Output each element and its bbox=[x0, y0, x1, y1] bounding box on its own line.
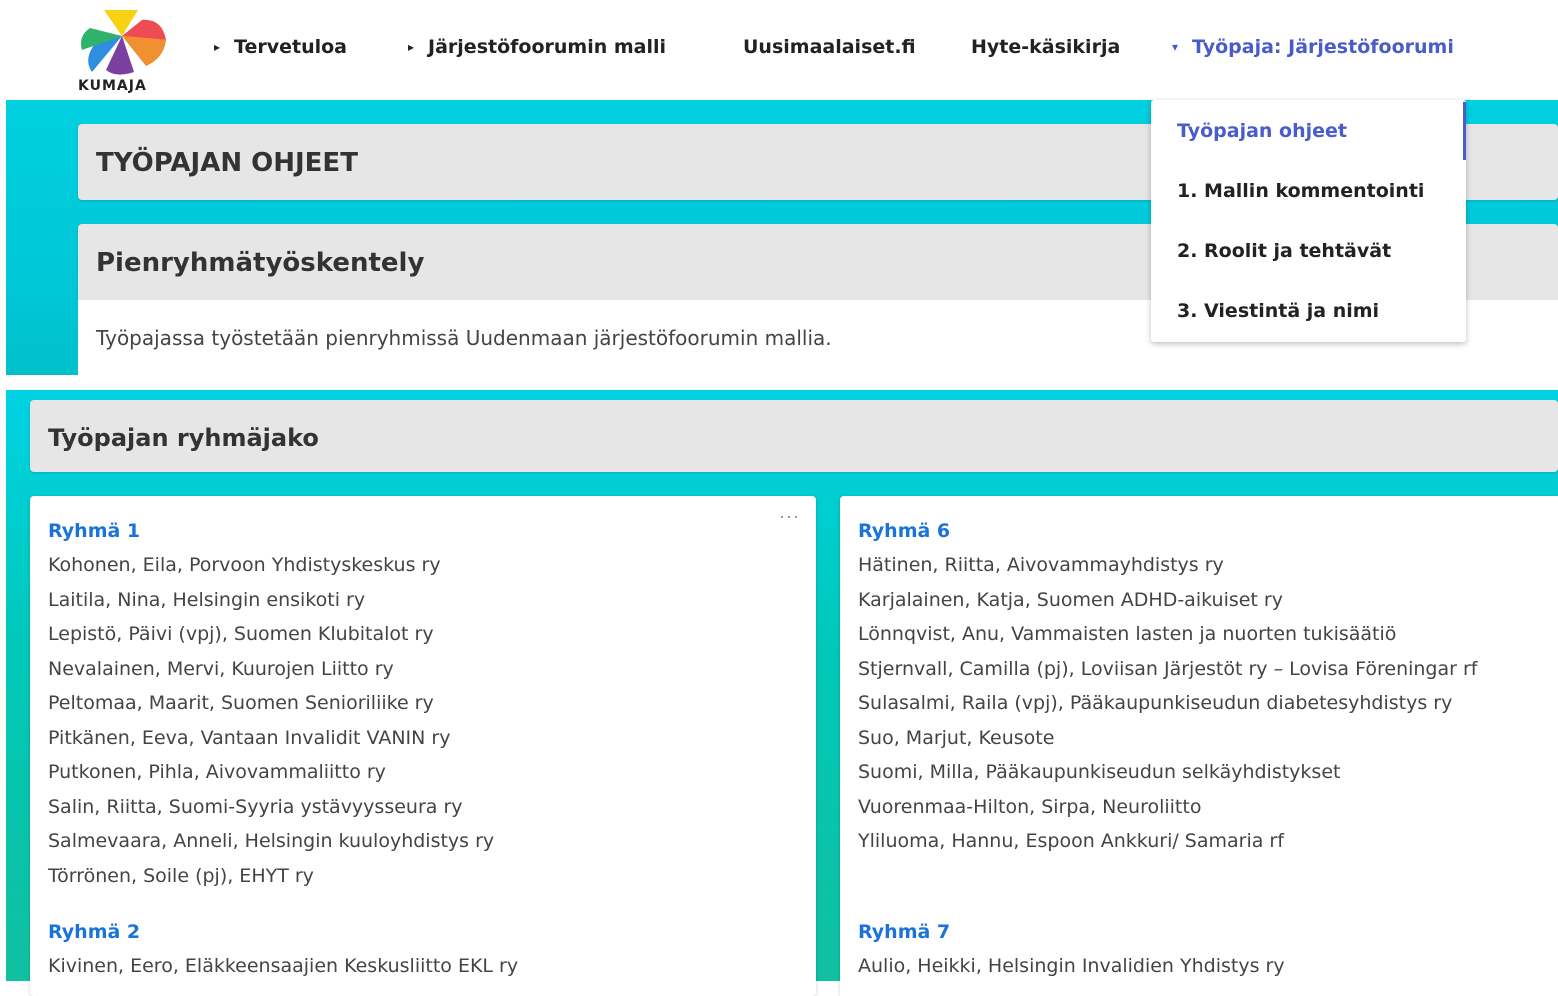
list-item: Lepistö, Päivi (vpj), Suomen Klubitalot … bbox=[48, 623, 434, 645]
list-item: Kivinen, Eero, Eläkkeensaajien Keskuslii… bbox=[48, 955, 519, 977]
tyopaja-dropdown-menu: Työpajan ohjeet 1. Mallin kommentointi 2… bbox=[1151, 100, 1466, 342]
group-7: Ryhmä 7 Aulio, Heikki, Helsingin Invalid… bbox=[858, 915, 1478, 984]
nav-item-tyopaja[interactable]: ▾ Työpaja: Järjestöfoorumi bbox=[1172, 36, 1454, 58]
list-item: Aulio, Heikki, Helsingin Invalidien Yhdi… bbox=[858, 954, 1285, 977]
list-item: Putkonen, Pihla, Aivovammaliitto ry bbox=[48, 761, 386, 783]
group-1: Ryhmä 1 Kohonen, Eila, Porvoon Yhdistysk… bbox=[48, 514, 518, 893]
intro-text: Työpajassa työstetään pienryhmissä Uuden… bbox=[96, 326, 832, 350]
list-item: Kohonen, Eila, Porvoon Yhdistyskeskus ry bbox=[48, 554, 441, 576]
nav-label: Tervetuloa bbox=[234, 36, 347, 58]
group-title: Ryhmä 6 bbox=[858, 520, 951, 542]
logo-wordmark: KUMAJA bbox=[78, 78, 147, 94]
caret-right-icon: ▸ bbox=[214, 40, 221, 54]
list-item: Peltomaa, Maarit, Suomen Senioriliike ry bbox=[48, 692, 434, 714]
nav-item-jarjestofoorumin-malli[interactable]: ▸ Järjestöfoorumin malli bbox=[408, 36, 666, 58]
group-2: Ryhmä 2 Kivinen, Eero, Eläkkeensaajien K… bbox=[48, 915, 518, 984]
caret-right-icon: ▸ bbox=[408, 40, 415, 54]
nav-label: Hyte-käsikirja bbox=[971, 36, 1121, 58]
group-title: Ryhmä 2 bbox=[48, 921, 141, 943]
list-item: Karjalainen, Katja, Suomen ADHD-aikuiset… bbox=[858, 588, 1283, 611]
list-item: Hätinen, Riitta, Aivovammayhdistys ry bbox=[858, 554, 1224, 576]
list-item: Pitkänen, Eeva, Vantaan Invalidit VANIN … bbox=[48, 726, 451, 749]
more-options-icon[interactable]: ··· bbox=[779, 506, 800, 527]
caret-down-icon: ▾ bbox=[1172, 40, 1179, 54]
nav-label: Työpaja: Järjestöfoorumi bbox=[1192, 36, 1454, 58]
menu-item-tyopajan-ohjeet[interactable]: Työpajan ohjeet bbox=[1177, 120, 1347, 142]
list-item: Vuorenmaa-Hilton, Sirpa, Neuroliitto bbox=[858, 795, 1202, 818]
list-item: Lönnqvist, Anu, Vammaisten lasten ja nuo… bbox=[858, 623, 1397, 645]
groups-title: Työpajan ryhmäjako bbox=[48, 424, 319, 452]
list-item: Nevalainen, Mervi, Kuurojen Liitto ry bbox=[48, 657, 394, 680]
list-item: Suo, Marjut, Keusote bbox=[858, 726, 1055, 749]
list-item: Laitila, Nina, Helsingin ensikoti ry bbox=[48, 588, 366, 611]
kumaja-logo[interactable]: KUMAJA bbox=[76, 6, 172, 96]
logo-mark-icon bbox=[81, 10, 166, 75]
subsection-title: Pienryhmätyöskentely bbox=[96, 248, 425, 278]
list-item: Sulasalmi, Raila (vpj), Pääkaupunkiseudu… bbox=[858, 692, 1453, 714]
site-header: KUMAJA ▸ Tervetuloa ▸ Järjestöfoorumin mal… bbox=[0, 0, 1558, 100]
nav-label: Uusimaalaiset.fi bbox=[743, 36, 916, 58]
groups-heading-bar: Työpajan ryhmäjako bbox=[30, 400, 1558, 472]
group-card-left: ··· Ryhmä 1 Kohonen, Eila, Porvoon Yhdis… bbox=[30, 496, 816, 996]
nav-item-hyte-kasikirja[interactable]: Hyte-käsikirja bbox=[971, 36, 1120, 58]
menu-item-viestinta-ja-nimi[interactable]: 3. Viestintä ja nimi bbox=[1177, 300, 1379, 322]
list-item: Stjernvall, Camilla (pj), Loviisan Järje… bbox=[858, 657, 1478, 680]
nav-item-uusimaalaiset[interactable]: Uusimaalaiset.fi bbox=[743, 36, 916, 58]
group-6: Ryhmä 6 Hätinen, Riitta, Aivovammayhdist… bbox=[858, 514, 1478, 859]
group-title: Ryhmä 1 bbox=[48, 520, 141, 542]
list-item: Yliluoma, Hannu, Espoon Ankkuri/ Samaria… bbox=[858, 830, 1284, 852]
nav-label: Järjestöfoorumin malli bbox=[428, 36, 667, 58]
group-title: Ryhmä 7 bbox=[858, 920, 951, 943]
menu-item-roolit-ja-tehtavat[interactable]: 2. Roolit ja tehtävät bbox=[1177, 240, 1391, 262]
list-item: Salmevaara, Anneli, Helsingin kuuloyhdis… bbox=[48, 830, 495, 852]
group-card-right: Ryhmä 6 Hätinen, Riitta, Aivovammayhdist… bbox=[840, 496, 1558, 996]
list-item: Salin, Riitta, Suomi-Syyria ystävyysseur… bbox=[48, 795, 463, 818]
page-title: TYÖPAJAN OHJEET bbox=[96, 148, 358, 178]
menu-item-mallin-kommentointi[interactable]: 1. Mallin kommentointi bbox=[1177, 180, 1424, 202]
nav-item-tervetuloa[interactable]: ▸ Tervetuloa bbox=[214, 36, 347, 58]
list-item: Törrönen, Soile (pj), EHYT ry bbox=[48, 864, 314, 887]
list-item: Suomi, Milla, Pääkaupunkiseudun selkäyhd… bbox=[858, 761, 1341, 783]
active-indicator bbox=[1463, 102, 1466, 160]
